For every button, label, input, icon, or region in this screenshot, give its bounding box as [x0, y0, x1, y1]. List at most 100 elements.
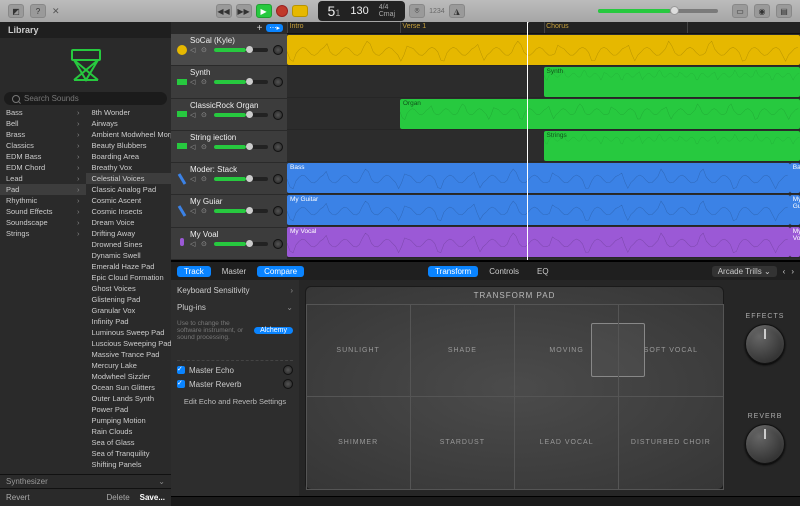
patch-item[interactable]: Breathy Vox [86, 162, 172, 173]
track-header[interactable]: Synth◁⊙ [171, 66, 287, 98]
patch-item[interactable]: Shifting Panels [86, 459, 172, 470]
regions-area[interactable]: Intro Verse 1 Chorus SynthOrganStrings Bass… [287, 22, 800, 260]
count-in-label[interactable]: 1234 [429, 8, 445, 15]
key-signature[interactable]: Cmaj [379, 11, 395, 18]
patch-item[interactable]: Ambient Modwheel Morp... [86, 129, 172, 140]
arrangement-marker[interactable]: Intro [290, 23, 304, 30]
echo-knob[interactable] [283, 365, 293, 375]
patch-item[interactable]: Beauty Blubbers [86, 140, 172, 151]
region[interactable]: Synth [544, 67, 800, 97]
region[interactable]: Organ [400, 99, 800, 129]
track-header[interactable]: String iection◁⊙ [171, 131, 287, 163]
loops-button[interactable]: ◉ [754, 4, 770, 18]
category-item[interactable]: Bell› [0, 118, 86, 129]
patch-item[interactable]: Dynamic Swell [86, 250, 172, 261]
reverb-big-knob[interactable] [745, 424, 785, 464]
pan-knob[interactable] [273, 174, 283, 184]
pan-knob[interactable] [273, 142, 283, 152]
ruler[interactable]: Intro Verse 1 Chorus [287, 22, 800, 34]
arrangement-marker[interactable]: Chorus [546, 23, 569, 30]
category-item[interactable]: Rhythmic› [0, 195, 86, 206]
rewind-button[interactable]: ◀◀ [216, 4, 232, 18]
transform-cell[interactable]: LEAD VOCAL [514, 396, 619, 490]
patch-item[interactable]: Modwheel Sizzler [86, 371, 172, 382]
metronome-button[interactable]: ◮ [449, 4, 465, 18]
solo-button[interactable]: ⊙ [201, 111, 209, 119]
track-header[interactable]: Moder: Stack◁⊙ [171, 163, 287, 195]
patch-item[interactable]: Luminous Sweep Pad [86, 327, 172, 338]
patch-item[interactable]: Ocean Sun Glitters [86, 382, 172, 393]
add-track-button[interactable]: + [257, 23, 263, 34]
patch-item[interactable]: Cosmic Ascent [86, 195, 172, 206]
save-button[interactable]: Save... [140, 493, 165, 502]
category-item[interactable]: Sound Effects› [0, 206, 86, 217]
volume-fader[interactable] [214, 145, 268, 149]
solo-button[interactable]: ⊙ [201, 143, 209, 151]
record-button[interactable] [276, 5, 288, 17]
edit-echo-reverb-button[interactable]: Edit Echo and Reverb Settings [177, 397, 293, 406]
volume-fader[interactable] [214, 80, 268, 84]
transform-cell[interactable]: SOFT VOCAL [618, 304, 723, 398]
volume-fader[interactable] [214, 242, 268, 246]
track-header[interactable]: ClassicRock Organ◁⊙ [171, 99, 287, 131]
category-item[interactable]: Bass› [0, 107, 86, 118]
track-header[interactable]: SoCal (Kyle)◁⊙ [171, 34, 287, 66]
patch-item[interactable]: Luscious Sweeping Pad [86, 338, 172, 349]
mute-button[interactable]: ◁ [190, 111, 198, 119]
media-button[interactable]: ▤ [776, 4, 792, 18]
mute-button[interactable]: ◁ [190, 143, 198, 151]
transform-cell[interactable]: MOVING [514, 304, 619, 398]
patch-item[interactable]: Sea of Glass [86, 437, 172, 448]
mute-button[interactable]: ◁ [190, 175, 198, 183]
patch-item[interactable]: Granular Vox [86, 305, 172, 316]
patch-item[interactable]: Cosmic Insects [86, 206, 172, 217]
tab-eq[interactable]: EQ [530, 266, 556, 277]
track-header[interactable]: My Voal◁⊙ [171, 228, 287, 260]
patch-item[interactable]: Mercury Lake [86, 360, 172, 371]
region[interactable]: Strings [544, 131, 800, 161]
patch-item[interactable]: Epic Cloud Formation [86, 272, 172, 283]
patch-item[interactable]: Classic Analog Pad [86, 184, 172, 195]
cycle-button[interactable] [292, 5, 308, 17]
category-item[interactable]: EDM Chord› [0, 162, 86, 173]
mute-button[interactable]: ◁ [190, 78, 198, 86]
next-preset-button[interactable]: › [791, 267, 794, 276]
tab-master[interactable]: Master [215, 266, 253, 277]
toolbar-close-icon[interactable]: ✕ [52, 6, 60, 17]
patch-item[interactable]: Airways [86, 118, 172, 129]
plugins-row[interactable]: Plug-ins⌄ [177, 301, 293, 314]
region[interactable]: My Guitar [790, 195, 800, 225]
patch-item[interactable]: Dream Voice [86, 217, 172, 228]
category-list[interactable]: Bass›Bell›Brass›Classics›EDM Bass›EDM Ch… [0, 107, 86, 474]
category-item[interactable]: Soundscape› [0, 217, 86, 228]
volume-fader[interactable] [214, 177, 268, 181]
patch-item[interactable]: Drowned Sines [86, 239, 172, 250]
quick-help-button[interactable]: ? [30, 4, 46, 18]
pan-knob[interactable] [273, 45, 283, 55]
patch-item[interactable]: Outer Lands Synth [86, 393, 172, 404]
transform-cell[interactable]: SUNLIGHT [306, 304, 411, 398]
solo-button[interactable]: ⊙ [201, 207, 209, 215]
volume-fader[interactable] [214, 113, 268, 117]
preset-select[interactable]: Arcade Trills ⌄ [712, 266, 777, 277]
category-item[interactable]: Brass› [0, 129, 86, 140]
tab-compare[interactable]: Compare [257, 266, 304, 277]
patch-item[interactable]: 8th Wonder [86, 107, 172, 118]
master-volume-slider[interactable] [598, 9, 718, 13]
playhead[interactable] [527, 22, 528, 260]
mute-button[interactable]: ◁ [190, 207, 198, 215]
play-button[interactable]: ▶ [256, 4, 272, 18]
reverb-knob[interactable] [283, 379, 293, 389]
tab-transform[interactable]: Transform [428, 266, 478, 277]
volume-fader[interactable] [214, 48, 268, 52]
patch-item[interactable]: Emerald Haze Pad [86, 261, 172, 272]
solo-button[interactable]: ⊙ [201, 78, 209, 86]
horizontal-scrollbar[interactable] [171, 496, 800, 506]
category-item[interactable]: Pad› [0, 184, 86, 195]
master-reverb-checkbox[interactable]: Master Reverb [177, 379, 293, 389]
patch-item[interactable]: Ghost Voices [86, 283, 172, 294]
arrangement-marker[interactable]: Verse 1 [402, 23, 426, 30]
region[interactable]: My Vocal [790, 227, 800, 257]
pan-knob[interactable] [273, 77, 283, 87]
region[interactable]: Bass [790, 163, 800, 193]
